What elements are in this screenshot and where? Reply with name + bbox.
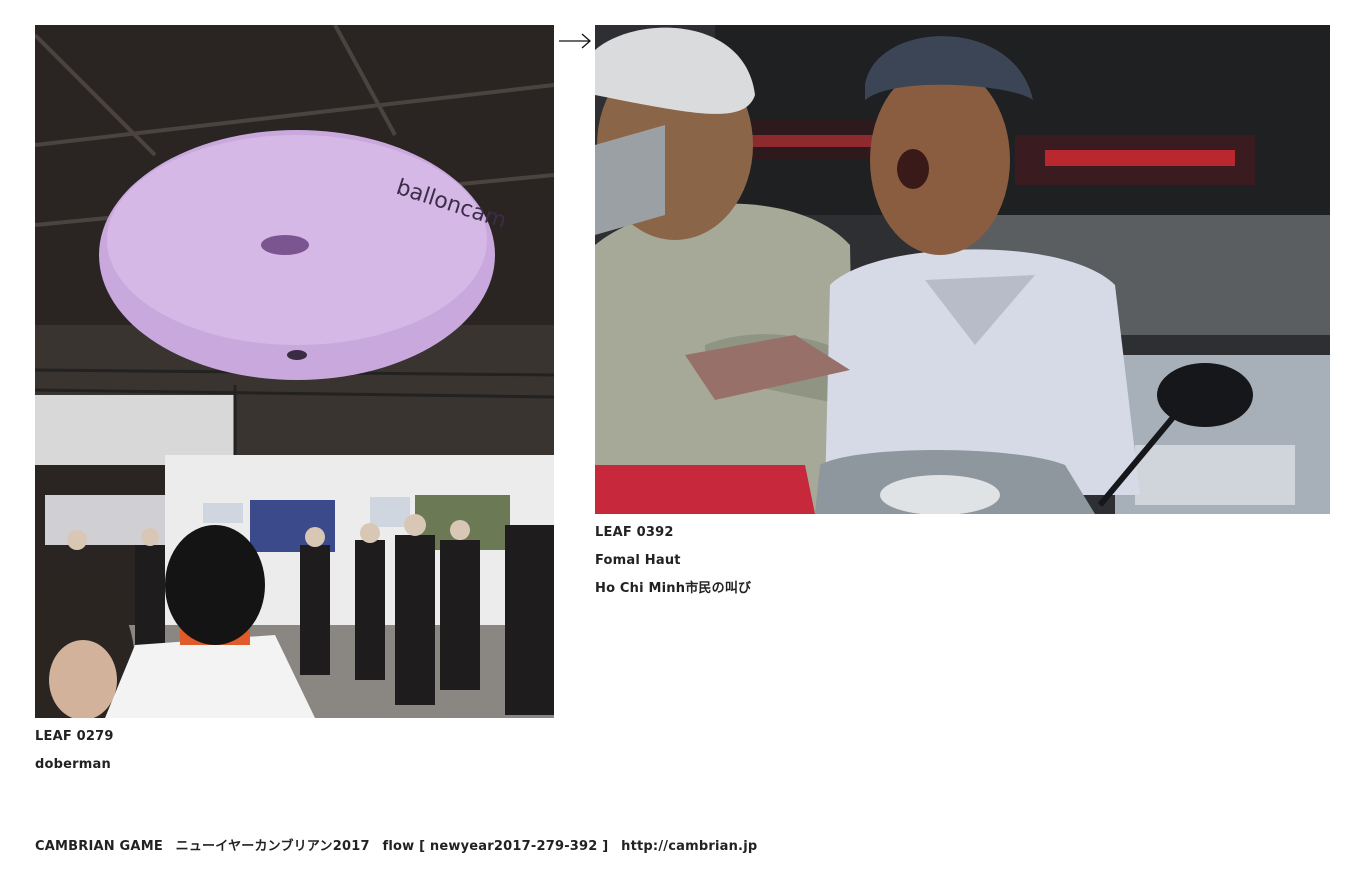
leaf-0392-id[interactable]: LEAF 0392 [595, 525, 674, 541]
footer-event-name[interactable]: ニューイヤーカンブリアン2017 [176, 839, 370, 854]
footer-site-link[interactable]: http://cambrian.jp [621, 839, 757, 854]
footer-flow-label: flow [ newyear2017-279-392 ] [382, 839, 609, 854]
leaf-0392-author[interactable]: Fomal Haut [595, 553, 681, 569]
flow-arrow-icon [558, 31, 592, 51]
scooter-riders-image [595, 25, 1330, 514]
leaf-0392-photo[interactable] [595, 25, 1330, 514]
leaf-0279-id[interactable]: LEAF 0279 [35, 729, 114, 745]
leaf-0279-author[interactable]: doberman [35, 757, 111, 773]
leaf-0279-photo[interactable]: balloncam [35, 25, 554, 718]
footer: CAMBRIAN GAME ニューイヤーカンブリアン2017 flow [ ne… [35, 839, 757, 855]
footer-game-name[interactable]: CAMBRIAN GAME [35, 839, 163, 854]
exhibition-balloon-image: balloncam [35, 25, 554, 718]
leaf-0392-title: Ho Chi Minh市民の叫び [595, 581, 752, 596]
